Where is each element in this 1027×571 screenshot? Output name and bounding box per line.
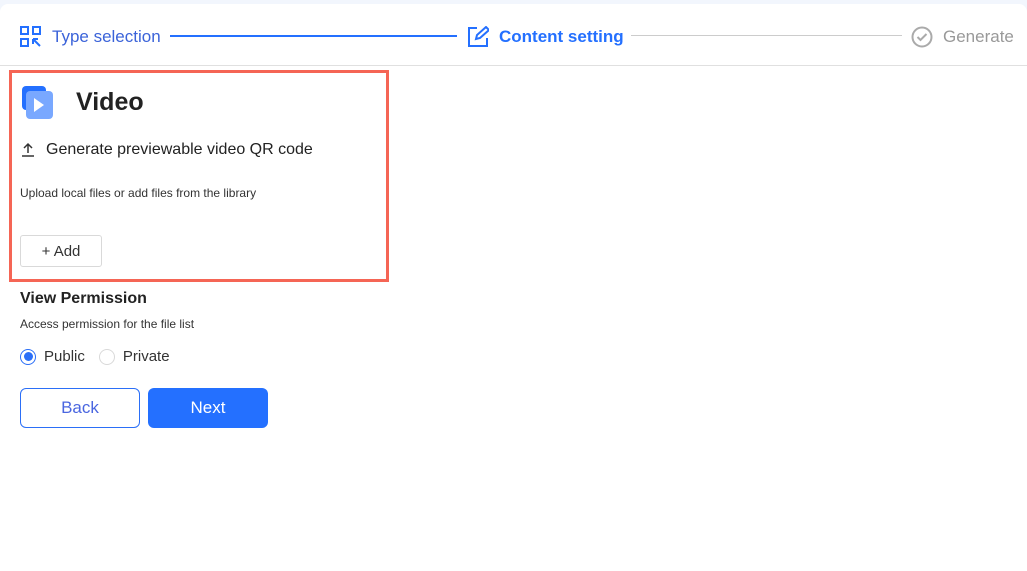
permission-radio-group: Public Private <box>20 348 170 365</box>
edit-icon <box>468 26 489 47</box>
step-label: Generate <box>943 27 1014 46</box>
add-button[interactable]: + Add <box>20 235 102 267</box>
step-generate[interactable]: Generate <box>911 26 1014 48</box>
content-title: Video <box>76 88 144 116</box>
permission-description: Access permission for the file list <box>20 317 195 331</box>
qr-select-icon <box>20 26 41 47</box>
stepper: Type selection Content setting Generate <box>0 4 1027 66</box>
radio-selected-icon[interactable] <box>20 348 36 365</box>
step-connector <box>631 35 902 36</box>
video-icon <box>22 86 53 119</box>
back-button[interactable]: Back <box>20 388 140 428</box>
upload-icon <box>22 142 34 157</box>
radio-unselected-icon[interactable] <box>98 348 115 365</box>
plus-icon: + <box>41 242 54 260</box>
permission-title: View Permission <box>20 290 147 307</box>
radio-label: Private <box>122 348 170 365</box>
radio-public[interactable]: Public <box>20 348 85 365</box>
content-subtitle: Generate previewable video QR code <box>20 141 313 159</box>
step-connector <box>170 35 457 37</box>
subtitle-text: Generate previewable video QR code <box>46 141 313 158</box>
step-content-setting[interactable]: Content setting <box>467 26 624 48</box>
radio-private[interactable]: Private <box>98 348 170 365</box>
step-label: Content setting <box>499 27 624 46</box>
step-label: Type selection <box>52 27 161 46</box>
step-type-selection[interactable]: Type selection <box>20 26 161 48</box>
content-description: Upload local files or add files from the… <box>20 186 257 200</box>
radio-label: Public <box>44 348 85 365</box>
add-label: Add <box>53 242 81 260</box>
next-button[interactable]: Next <box>148 388 268 428</box>
check-circle-icon <box>911 26 933 48</box>
